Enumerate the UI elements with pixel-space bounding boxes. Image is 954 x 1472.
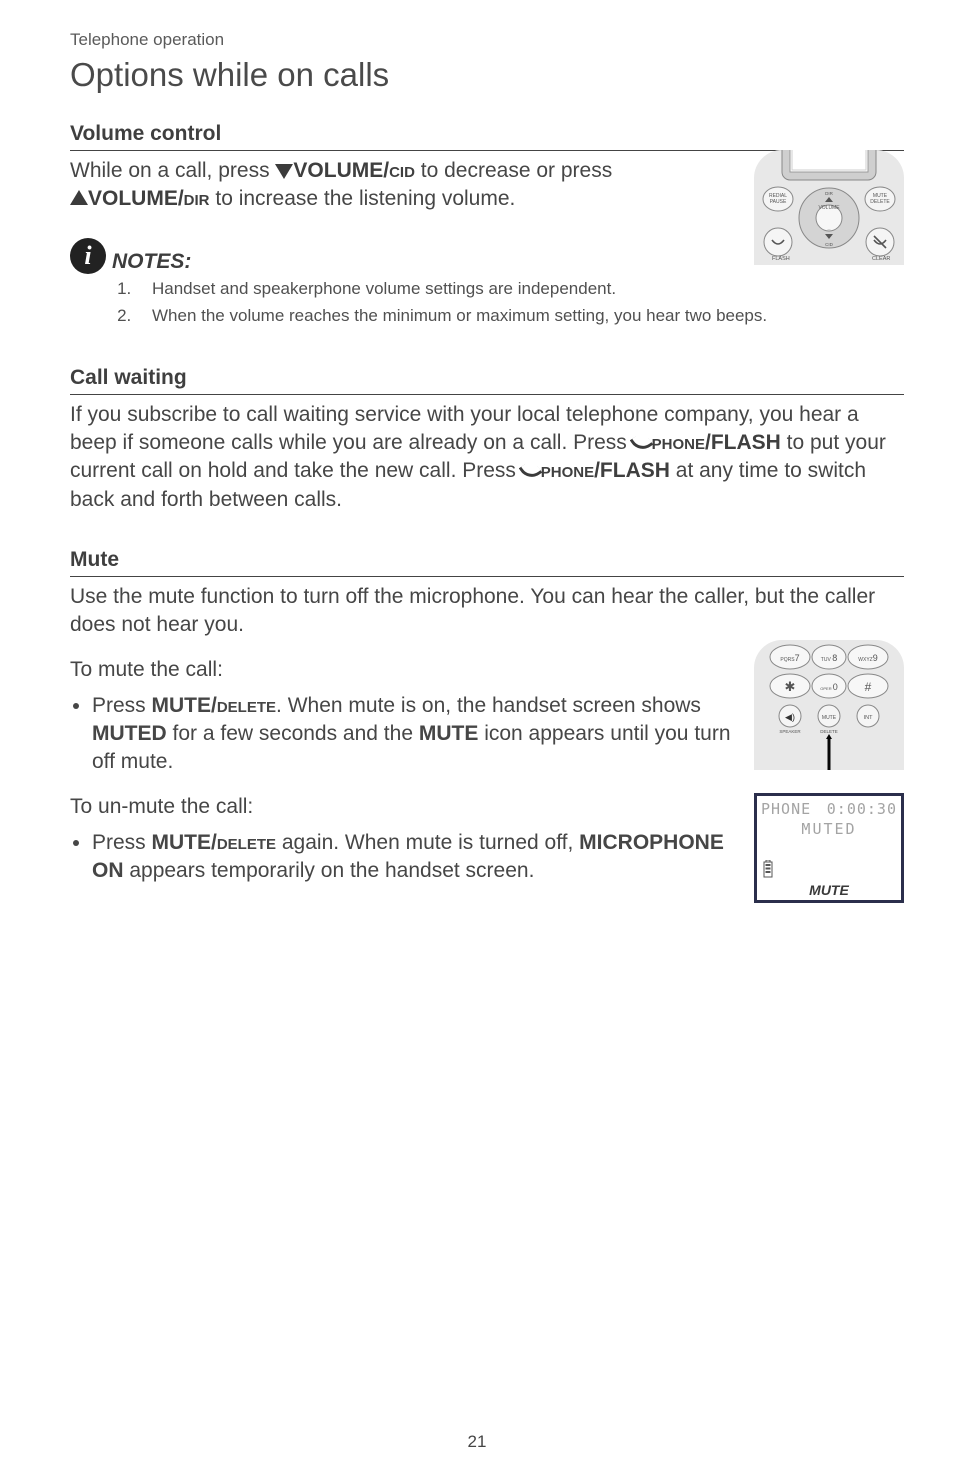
svg-text:INT: INT: [864, 715, 874, 721]
page-title: Options while on calls: [70, 56, 904, 94]
delete-smallcaps: delete: [217, 831, 276, 854]
mute-bullets-1: Press MUTE/delete. When mute is on, the …: [92, 692, 734, 777]
notes-list: Handset and speakerphone volume settings…: [136, 278, 904, 328]
svg-text:#: #: [865, 680, 872, 694]
svg-text:CLEAR: CLEAR: [872, 256, 890, 262]
svg-text:DELETE: DELETE: [820, 729, 838, 734]
note-item: When the volume reaches the minimum or m…: [136, 305, 904, 328]
note-item: Handset and speakerphone volume settings…: [136, 278, 904, 301]
flash-bold: /FLASH: [594, 459, 670, 482]
text: . When mute is on, the handset screen sh…: [276, 694, 701, 717]
volume-dir-bold: VOLUME/: [88, 187, 184, 210]
text: Press: [92, 694, 152, 717]
text: While on a call, press: [70, 159, 275, 182]
mute-bullets-2: Press MUTE/delete again. When mute is tu…: [92, 829, 734, 886]
lcd-phone-label: PHONE: [761, 800, 811, 818]
svg-text:DELETE: DELETE: [870, 199, 890, 205]
phone-icon: [522, 457, 541, 485]
cid-smallcaps: cid: [389, 159, 415, 182]
notes-text: NOTES: [112, 250, 184, 273]
lcd-mute-footer: MUTE: [761, 882, 897, 898]
right-column: PQRS7 TUV 8 WXYZ9 ✱ OPER 0 # ◀) SPEAKER …: [754, 640, 904, 903]
phone-smallcaps: phone: [541, 459, 594, 482]
flash-bold: /FLASH: [705, 431, 781, 454]
svg-text:—: —: [828, 227, 831, 231]
svg-text:PAUSE: PAUSE: [770, 199, 787, 205]
section-heading-mute: Mute: [70, 548, 904, 577]
muted-bold: MUTED: [92, 722, 167, 745]
svg-text:◀): ◀): [785, 712, 795, 722]
category-label: Telephone operation: [70, 30, 904, 50]
mute-delete-bold: MUTE/: [152, 831, 217, 854]
svg-text:CID: CID: [825, 242, 834, 247]
section-heading-call-waiting: Call waiting: [70, 366, 904, 395]
svg-text:DIR: DIR: [825, 191, 834, 196]
triangle-down-icon: [275, 157, 293, 185]
volume-paragraph: While on a call, press VOLUME/cid to dec…: [70, 157, 750, 214]
mute-intro-paragraph: Use the mute function to turn off the mi…: [70, 583, 904, 640]
battery-icon: [763, 860, 773, 878]
section-heading-volume: Volume control: [70, 122, 904, 151]
mute-delete-bold: MUTE/: [152, 694, 217, 717]
dir-smallcaps: dir: [184, 187, 210, 210]
list-item: Press MUTE/delete. When mute is on, the …: [92, 692, 734, 777]
lcd-time: 0:00:30: [827, 800, 897, 818]
lcd-muted: MUTED: [761, 820, 897, 838]
info-icon: i: [70, 238, 106, 274]
text: Press: [92, 831, 152, 854]
text: to decrease or press: [421, 159, 612, 182]
mute-bold: MUTE: [419, 722, 479, 745]
svg-text:✱: ✱: [785, 679, 796, 694]
list-item: Press MUTE/delete again. When mute is tu…: [92, 829, 734, 886]
call-waiting-paragraph: If you subscribe to call waiting service…: [70, 401, 904, 514]
text: appears temporarily on the handset scree…: [129, 859, 534, 882]
mute-sub2: To un-mute the call:: [70, 795, 734, 819]
svg-text:SPEAKER: SPEAKER: [779, 729, 801, 734]
svg-text:FLASH: FLASH: [772, 256, 790, 262]
text: for a few seconds and the: [173, 722, 419, 745]
page-number: 21: [0, 1432, 954, 1452]
triangle-up-icon: [70, 185, 88, 213]
handset-lcd: PHONE 0:00:30 MUTED MUTE: [754, 793, 904, 903]
text: to increase the listening volume.: [215, 187, 515, 210]
phone-top-illustration: REDIAL PAUSE MUTE DELETE DIR VOLUME — CI…: [754, 150, 904, 265]
svg-text:MUTE: MUTE: [822, 715, 837, 721]
volume-cid-bold: VOLUME/: [293, 159, 389, 182]
text: again. When mute is turned off,: [282, 831, 579, 854]
phone-smallcaps: phone: [652, 431, 705, 454]
svg-text:VOLUME: VOLUME: [818, 205, 840, 211]
mute-sub1: To mute the call:: [70, 658, 734, 682]
phone-keypad-illustration: PQRS7 TUV 8 WXYZ9 ✱ OPER 0 # ◀) SPEAKER …: [754, 640, 904, 775]
phone-icon: [633, 429, 652, 457]
delete-smallcaps: delete: [217, 694, 276, 717]
notes-label: NOTES:: [112, 250, 191, 274]
